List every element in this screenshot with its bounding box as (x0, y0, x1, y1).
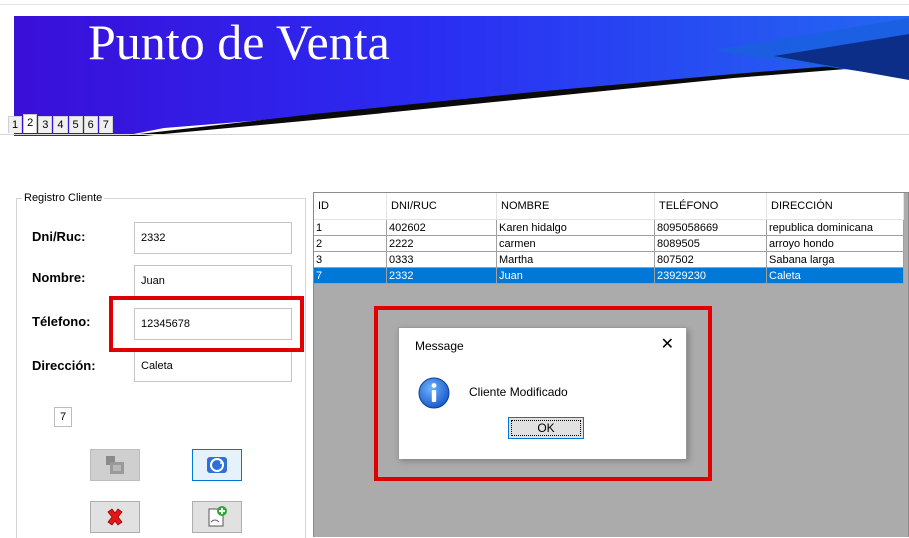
new-button[interactable] (192, 501, 242, 533)
new-document-icon (208, 506, 227, 527)
tab-4[interactable]: 4 (53, 116, 68, 133)
telefono-input[interactable] (134, 308, 292, 340)
cell-direccion: arroyo hondo (766, 235, 904, 252)
col-header-direccion[interactable]: DIRECCIÓN (766, 193, 904, 220)
refresh-icon (207, 457, 227, 473)
telefono-label: Télefono: (32, 314, 91, 329)
clientes-table: ID DNI/RUC NOMBRE TELÉFONO DIRECCIÓN 1 4… (314, 193, 904, 284)
dni-input[interactable] (134, 222, 292, 254)
cell-id: 2 (314, 235, 387, 252)
cell-id: 3 (314, 251, 387, 268)
tab-strip: 1 2 3 4 5 6 7 (8, 114, 114, 134)
table-row[interactable]: 2 2222 carmen 8089505 arroyo hondo (314, 235, 904, 252)
tab-6[interactable]: 6 (83, 116, 98, 133)
cell-direccion: Sabana larga (766, 251, 904, 268)
cell-id: 1 (314, 219, 387, 236)
delete-button[interactable] (90, 501, 140, 533)
save-button[interactable] (90, 449, 140, 481)
dni-label: Dni/Ruc: (32, 229, 86, 244)
cell-dni: 0333 (386, 251, 497, 268)
col-header-dni[interactable]: DNI/RUC (386, 193, 497, 220)
col-header-id[interactable]: ID (314, 193, 387, 220)
id-field: 7 (54, 407, 72, 427)
tabs-divider (0, 134, 909, 135)
cell-telefono: 8089505 (654, 235, 767, 252)
cell-id: 7 (314, 267, 387, 284)
info-icon (418, 377, 450, 409)
cell-nombre: Juan (496, 267, 655, 284)
tab-1[interactable]: 1 (8, 116, 23, 133)
col-header-telefono[interactable]: TELÉFONO (654, 193, 767, 220)
tab-7[interactable]: 7 (98, 116, 113, 133)
tab-5[interactable]: 5 (68, 116, 83, 133)
close-icon[interactable]: ✕ (661, 335, 674, 355)
cell-telefono: 8095058669 (654, 219, 767, 236)
nombre-input[interactable] (134, 265, 292, 297)
ok-button[interactable]: OK (508, 417, 584, 439)
table-header-row: ID DNI/RUC NOMBRE TELÉFONO DIRECCIÓN (314, 193, 904, 220)
banner-title: Punto de Venta (88, 16, 390, 70)
cell-dni: 2332 (386, 267, 497, 284)
cell-direccion: republica dominicana (766, 219, 904, 236)
cell-telefono: 807502 (654, 251, 767, 268)
cell-dni: 402602 (386, 219, 497, 236)
cell-dni: 2222 (386, 235, 497, 252)
cell-direccion: Caleta (766, 267, 904, 284)
cell-nombre: Martha (496, 251, 655, 268)
cell-nombre: Karen hidalgo (496, 219, 655, 236)
save-icon (106, 456, 124, 474)
dialog-message: Cliente Modificado (469, 385, 568, 399)
dialog-body: Cliente Modificado OK (399, 364, 686, 459)
dialog-title: Message (415, 339, 464, 353)
nombre-label: Nombre: (32, 270, 86, 285)
cell-telefono: 23929230 (654, 267, 767, 284)
col-header-nombre[interactable]: NOMBRE (496, 193, 655, 220)
direccion-label: Dirección: (32, 358, 96, 373)
table-row[interactable]: 1 402602 Karen hidalgo 8095058669 republ… (314, 219, 904, 236)
table-row-selected[interactable]: 7 2332 Juan 23929230 Caleta (314, 267, 904, 284)
message-dialog: Message ✕ Cliente Modificado OK (398, 327, 687, 459)
banner: Punto de Venta (14, 16, 909, 136)
tab-3[interactable]: 3 (38, 116, 53, 133)
delete-x-icon (107, 508, 123, 526)
group-legend: Registro Cliente (22, 191, 105, 205)
top-rule (0, 4, 909, 5)
direccion-input[interactable] (134, 350, 292, 382)
tab-2[interactable]: 2 (23, 114, 38, 133)
update-button[interactable] (192, 449, 242, 481)
cell-nombre: carmen (496, 235, 655, 252)
table-row[interactable]: 3 0333 Martha 807502 Sabana larga (314, 251, 904, 268)
dialog-titlebar[interactable]: Message ✕ (399, 328, 686, 364)
